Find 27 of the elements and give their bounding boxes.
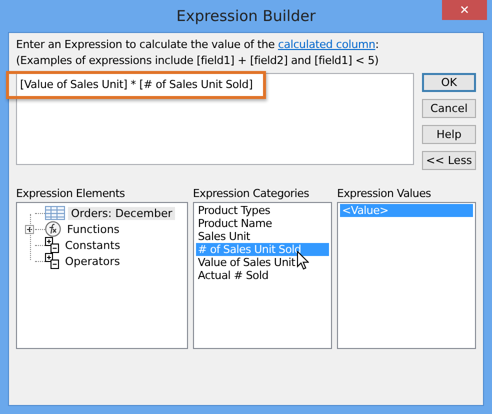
dialog-button[interactable]: << Less bbox=[422, 151, 476, 170]
dialog-button[interactable]: Help bbox=[422, 125, 476, 144]
list-item[interactable]: Product Name bbox=[196, 217, 329, 230]
expand-icon[interactable] bbox=[25, 224, 34, 234]
expression-field[interactable]: [Value of Sales Unit] * [# of Sales Unit Sold] bbox=[16, 73, 414, 165]
tree-item[interactable]: Constants bbox=[62, 238, 124, 252]
list-item[interactable]: Sales Unit bbox=[196, 230, 329, 243]
instruction-text: Enter an Expression to calculate the value of the calculated column: bbox=[16, 37, 380, 53]
window-title: Expression Builder bbox=[176, 7, 316, 25]
panel-title: Expression Elements bbox=[16, 187, 126, 200]
plus-minus-icon bbox=[45, 253, 59, 269]
calculated-column-link[interactable]: calculated column bbox=[278, 38, 376, 51]
list-item[interactable]: Value of Sales Unit bbox=[196, 256, 329, 269]
tree-item[interactable]: Operators bbox=[62, 254, 123, 268]
tree-item[interactable]: Orders: December bbox=[68, 206, 176, 220]
list-item[interactable]: Actual # Sold bbox=[196, 269, 329, 282]
table-icon bbox=[45, 206, 65, 220]
list-item[interactable]: Product Types bbox=[196, 204, 329, 217]
dialog-button[interactable]: OK bbox=[422, 73, 476, 92]
dialog-button[interactable]: Cancel bbox=[422, 99, 476, 118]
close-button[interactable]: ✕ bbox=[442, 0, 487, 20]
tree-item[interactable]: Functions bbox=[64, 222, 123, 236]
plus-minus-icon bbox=[45, 237, 59, 253]
function-icon bbox=[45, 221, 61, 237]
examples-text: (Examples of expressions include [field1] + [field2] and [field1] < 5) bbox=[16, 53, 380, 69]
panel-title: Expression Values bbox=[336, 187, 432, 200]
panel-title: Expression Categories bbox=[192, 187, 310, 200]
